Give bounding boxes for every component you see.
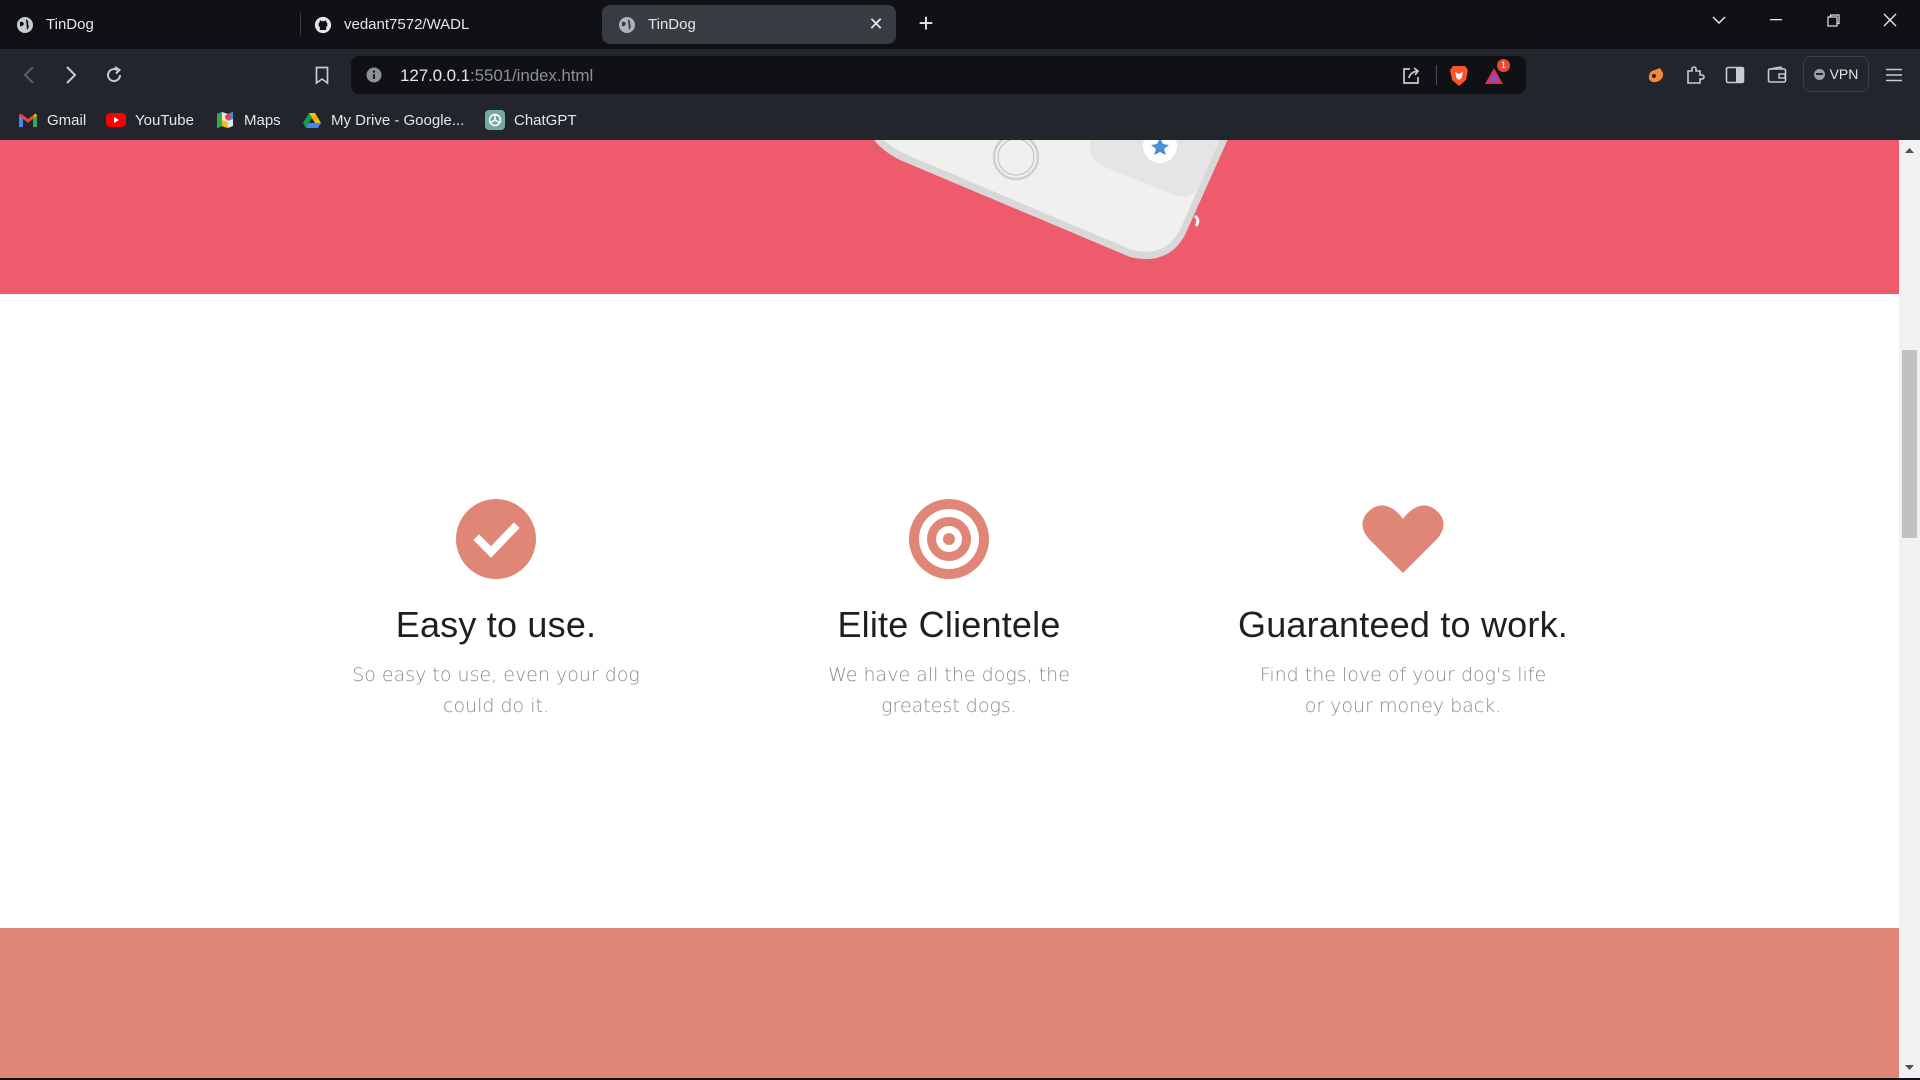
bookmark-label: ChatGPT bbox=[514, 111, 577, 129]
restore-button[interactable] bbox=[1810, 0, 1856, 40]
back-button[interactable] bbox=[15, 61, 43, 89]
page-scrollbar[interactable] bbox=[1899, 140, 1920, 1078]
feature-easy-to-use: Easy to use. So easy to use, even your d… bbox=[281, 494, 711, 722]
feature-title: Elite Clientele bbox=[837, 604, 1061, 645]
share-icon[interactable] bbox=[1400, 65, 1422, 87]
bookmark-label: My Drive - Google... bbox=[331, 111, 465, 129]
vpn-button[interactable]: VPN bbox=[1803, 56, 1869, 92]
new-tab-button[interactable]: + bbox=[913, 10, 939, 37]
tab-strip: TinDog vedant7572/WADL TinDog ✕ + bbox=[0, 0, 1920, 49]
wallet-icon[interactable] bbox=[1763, 61, 1791, 89]
bookmark-chatgpt[interactable]: ChatGPT bbox=[485, 108, 577, 132]
iphone-mockup-image bbox=[874, 140, 1228, 260]
reload-button[interactable] bbox=[100, 61, 128, 89]
bookmark-label: YouTube bbox=[135, 111, 194, 129]
tab-title: TinDog bbox=[46, 16, 94, 33]
tab-github[interactable]: vedant7572/WADL bbox=[298, 5, 598, 44]
feature-title: Guaranteed to work. bbox=[1238, 604, 1568, 645]
toolbar-divider bbox=[1436, 65, 1437, 85]
hero-section bbox=[0, 140, 1899, 294]
site-info-icon[interactable] bbox=[366, 67, 382, 88]
tab-title: TinDog bbox=[648, 16, 696, 33]
address-bar[interactable]: 127.0.0.1:5501/index.html 1 bbox=[351, 56, 1526, 94]
close-tab-icon[interactable]: ✕ bbox=[866, 14, 886, 34]
bookmark-label: Maps bbox=[244, 111, 281, 129]
bookmark-youtube[interactable]: YouTube bbox=[106, 108, 194, 132]
brave-rewards-icon[interactable]: 1 bbox=[1483, 59, 1510, 87]
feature-title: Easy to use. bbox=[395, 604, 597, 645]
tab-tindog-active[interactable]: TinDog ✕ bbox=[602, 5, 896, 44]
feature-description: Find the love of your dog's life or your… bbox=[1259, 664, 1547, 717]
close-window-button[interactable] bbox=[1867, 0, 1913, 40]
globe-icon bbox=[618, 16, 636, 34]
testimonial-section bbox=[0, 928, 1899, 1078]
scrollbar-thumb[interactable] bbox=[1902, 350, 1917, 538]
feature-description: We have all the dogs, the greatest dogs. bbox=[828, 664, 1070, 717]
bookmark-gmail[interactable]: Gmail bbox=[18, 108, 86, 132]
url-text[interactable]: 127.0.0.1:5501/index.html bbox=[400, 66, 593, 86]
bookmarks-bar: Gmail YouTube Maps My Drive - Google... … bbox=[0, 100, 1920, 140]
extensions-icon[interactable] bbox=[1681, 61, 1709, 89]
bookmark-google-drive[interactable]: My Drive - Google... bbox=[302, 108, 464, 132]
feature-elite-clientele: Elite Clientele We have all the dogs, th… bbox=[734, 494, 1164, 722]
sidebar-icon[interactable] bbox=[1721, 61, 1749, 89]
tab-search-button[interactable] bbox=[1696, 0, 1742, 40]
youtube-icon bbox=[106, 110, 126, 130]
vpn-label: VPN bbox=[1829, 66, 1859, 82]
tab-tindog-1[interactable]: TinDog bbox=[0, 5, 290, 44]
bookmark-icon[interactable] bbox=[308, 61, 336, 89]
brave-shields-icon[interactable] bbox=[1448, 65, 1470, 87]
bookmark-maps[interactable]: Maps bbox=[215, 108, 281, 132]
browser-toolbar: 127.0.0.1:5501/index.html 1 VPN bbox=[0, 49, 1920, 100]
google-drive-icon bbox=[302, 110, 322, 130]
tab-title: vedant7572/WADL bbox=[344, 16, 470, 33]
bullseye-icon bbox=[904, 494, 994, 584]
rewards-badge: 1 bbox=[1497, 59, 1510, 72]
maps-icon bbox=[215, 110, 235, 130]
features-section: Easy to use. So easy to use, even your d… bbox=[0, 294, 1899, 928]
leo-icon[interactable] bbox=[1642, 61, 1670, 89]
check-circle-icon bbox=[451, 494, 541, 584]
bookmark-label: Gmail bbox=[47, 111, 87, 129]
vpn-status-icon bbox=[1813, 68, 1825, 80]
scroll-up-arrow-icon[interactable] bbox=[1904, 145, 1915, 156]
url-path: :5501/index.html bbox=[470, 66, 594, 85]
chatgpt-icon bbox=[485, 110, 505, 130]
feature-guaranteed: Guaranteed to work. Find the love of you… bbox=[1188, 494, 1618, 722]
globe-icon bbox=[16, 16, 34, 34]
menu-icon[interactable] bbox=[1880, 61, 1908, 89]
feature-description: So easy to use, even your dog could do i… bbox=[352, 664, 640, 717]
url-host: 127.0.0.1 bbox=[400, 66, 470, 85]
scroll-down-arrow-icon[interactable] bbox=[1904, 1062, 1915, 1073]
minimize-button[interactable] bbox=[1753, 0, 1799, 40]
gmail-icon bbox=[18, 110, 38, 130]
heart-icon bbox=[1358, 494, 1448, 584]
forward-button[interactable] bbox=[57, 61, 85, 89]
page-viewport: Easy to use. So easy to use, even your d… bbox=[0, 140, 1899, 1078]
github-icon bbox=[314, 16, 332, 34]
